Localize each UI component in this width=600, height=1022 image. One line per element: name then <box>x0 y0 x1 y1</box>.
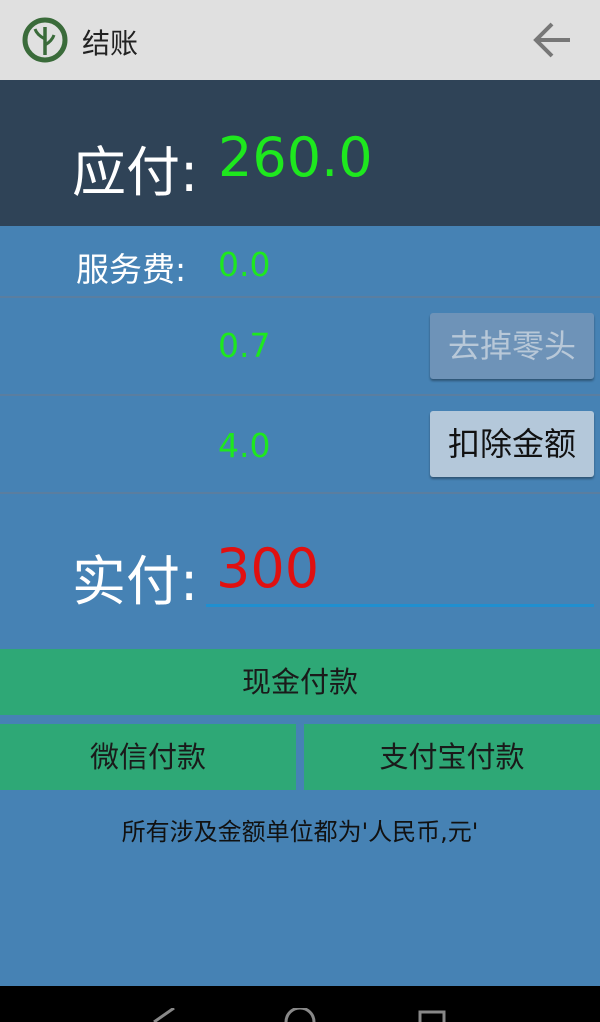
paid-input-underline <box>206 604 594 607</box>
currency-note: 所有涉及金额单位都为'人民币,元' <box>121 818 479 846</box>
page-title: 结账 <box>82 27 139 60</box>
cash-pay-button[interactable]: 现金付款 <box>0 649 600 715</box>
service-fee-value: 0.0 <box>218 245 271 284</box>
remove-change-button[interactable]: 去掉零头 <box>430 313 594 379</box>
nav-back-icon[interactable] <box>150 1008 176 1022</box>
service-fee-label: 服务费: <box>76 250 187 289</box>
paid-amount-input[interactable]: 300 <box>216 537 319 600</box>
deduct-value: 4.0 <box>218 426 271 465</box>
system-nav-bar <box>0 986 600 1022</box>
bamboo-logo-icon <box>22 17 68 63</box>
app-bar: 结账 <box>0 0 600 80</box>
nav-home-icon[interactable] <box>284 1008 316 1022</box>
deduct-amount-button[interactable]: 扣除金额 <box>430 411 594 477</box>
divider <box>0 296 600 298</box>
wechat-pay-button[interactable]: 微信付款 <box>0 724 296 790</box>
amount-due-value: 260.0 <box>218 126 373 189</box>
paid-label: 实付: <box>72 550 199 613</box>
nav-recents-icon[interactable] <box>418 1010 446 1022</box>
divider <box>0 394 600 396</box>
amount-due-label: 应付: <box>72 141 199 204</box>
arrow-left-icon[interactable] <box>530 20 574 60</box>
change-value: 0.7 <box>218 326 271 365</box>
divider <box>0 492 600 494</box>
alipay-pay-button[interactable]: 支付宝付款 <box>304 724 600 790</box>
